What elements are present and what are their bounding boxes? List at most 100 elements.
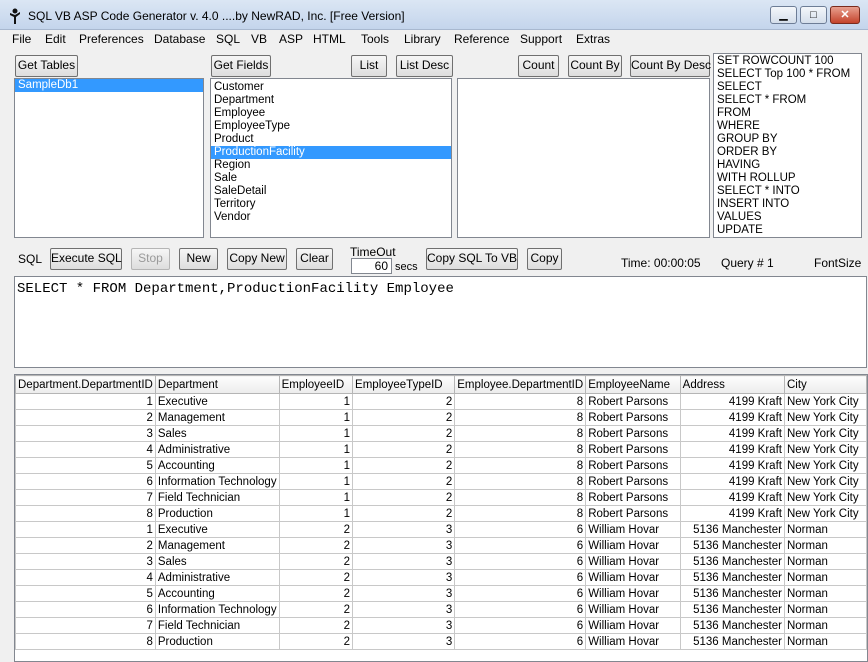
table-cell[interactable]: 5: [15, 457, 156, 474]
table-row[interactable]: 3 Sales 2 3 6 William Hovar 5136 Manchester Nor…: [15, 553, 867, 570]
table-row[interactable]: 8 Production 2 3 6 William Hovar 5136 Manchest…: [15, 633, 867, 650]
table-cell[interactable]: Robert Parsons: [585, 505, 681, 522]
table-cell[interactable]: 3: [15, 425, 156, 442]
table-cell[interactable]: 6: [15, 473, 156, 490]
menu-database[interactable]: Database: [154, 32, 205, 46]
table-cell[interactable]: 2: [15, 537, 156, 554]
field-item[interactable]: Region: [211, 159, 451, 172]
keyword-item[interactable]: VALUES: [714, 211, 861, 224]
table-cell[interactable]: Norman: [783, 617, 867, 634]
table-row[interactable]: 3 Sales 1 2 8 Robert Parsons 4199 Kraft New Yor…: [15, 425, 867, 442]
sql-editor[interactable]: SELECT * FROM Department,ProductionFacil…: [14, 276, 867, 368]
field-item[interactable]: Vendor: [211, 211, 451, 224]
menu-html[interactable]: HTML: [313, 32, 346, 46]
table-cell[interactable]: 4: [15, 569, 156, 586]
table-cell[interactable]: New York City: [783, 441, 867, 458]
table-cell[interactable]: 4199 Kraft: [679, 441, 785, 458]
keyword-item[interactable]: SELECT * FROM: [714, 94, 861, 107]
table-cell[interactable]: 2: [352, 409, 456, 426]
table-cell[interactable]: 2: [278, 553, 354, 570]
column-header[interactable]: Department: [154, 375, 280, 394]
table-cell[interactable]: New York City: [783, 409, 867, 426]
table-cell[interactable]: Norman: [783, 521, 867, 538]
keyword-item[interactable]: FROM: [714, 107, 861, 120]
field-item[interactable]: SaleDetail: [211, 185, 451, 198]
close-button[interactable]: ✕: [830, 6, 860, 24]
table-cell[interactable]: 4199 Kraft: [679, 473, 785, 490]
table-cell[interactable]: 1: [278, 441, 354, 458]
table-cell[interactable]: Robert Parsons: [585, 441, 681, 458]
count-button[interactable]: Count: [518, 55, 559, 77]
table-cell[interactable]: 8: [454, 489, 587, 506]
get-fields-button[interactable]: Get Fields: [211, 55, 271, 77]
table-row[interactable]: 4 Administrative 1 2 8 Robert Parsons 4199 Kra…: [15, 441, 867, 458]
table-cell[interactable]: 1: [278, 505, 354, 522]
table-cell[interactable]: Executive: [154, 393, 280, 410]
table-cell[interactable]: 3: [352, 601, 456, 618]
table-cell[interactable]: 3: [352, 537, 456, 554]
field-item[interactable]: Customer: [211, 81, 451, 94]
table-cell[interactable]: 5: [15, 585, 156, 602]
table-cell[interactable]: 5136 Manchester: [679, 553, 785, 570]
table-cell[interactable]: Management: [154, 537, 280, 554]
tables-list[interactable]: SampleDb1: [14, 78, 204, 238]
field-item[interactable]: Territory: [211, 198, 451, 211]
field-item[interactable]: EmployeeType: [211, 120, 451, 133]
table-cell[interactable]: 7: [15, 489, 156, 506]
table-cell[interactable]: Norman: [783, 633, 867, 650]
table-cell[interactable]: 2: [352, 441, 456, 458]
table-cell[interactable]: 6: [454, 553, 587, 570]
field-item-selected[interactable]: ProductionFacility: [211, 146, 451, 159]
menu-asp[interactable]: ASP: [279, 32, 303, 46]
table-cell[interactable]: 4199 Kraft: [679, 393, 785, 410]
results-grid[interactable]: Department.DepartmentID Department Emplo…: [14, 374, 868, 662]
menu-reference[interactable]: Reference: [454, 32, 509, 46]
table-cell[interactable]: 2: [278, 633, 354, 650]
table-row[interactable]: 7 Field Technician 1 2 8 Robert Parsons 4199 K…: [15, 489, 867, 506]
table-cell[interactable]: 2: [278, 601, 354, 618]
table-cell[interactable]: 2: [352, 489, 456, 506]
table-cell[interactable]: 1: [15, 393, 156, 410]
menu-vb[interactable]: VB: [251, 32, 267, 46]
keyword-item[interactable]: WITH ROLLUP: [714, 172, 861, 185]
table-cell[interactable]: 3: [15, 553, 156, 570]
table-cell[interactable]: Field Technician: [154, 489, 280, 506]
menu-preferences[interactable]: Preferences: [79, 32, 144, 46]
table-cell[interactable]: William Hovar: [585, 521, 681, 538]
menu-sql[interactable]: SQL: [216, 32, 240, 46]
table-cell[interactable]: William Hovar: [585, 537, 681, 554]
table-cell[interactable]: 2: [278, 537, 354, 554]
table-cell[interactable]: Executive: [154, 521, 280, 538]
table-cell[interactable]: 3: [352, 569, 456, 586]
table-cell[interactable]: 3: [352, 617, 456, 634]
table-cell[interactable]: 1: [278, 409, 354, 426]
table-cell[interactable]: Robert Parsons: [585, 473, 681, 490]
table-cell[interactable]: William Hovar: [585, 601, 681, 618]
menu-support[interactable]: Support: [520, 32, 562, 46]
execute-sql-button[interactable]: Execute SQL: [50, 248, 122, 270]
table-cell[interactable]: 6: [454, 537, 587, 554]
copy-sql-to-vb-button[interactable]: Copy SQL To VB: [426, 248, 518, 270]
table-cell[interactable]: 6: [454, 569, 587, 586]
table-cell[interactable]: 4199 Kraft: [679, 409, 785, 426]
table-cell[interactable]: 5136 Manchester: [679, 521, 785, 538]
maximize-button[interactable]: □: [800, 6, 827, 24]
menu-library[interactable]: Library: [404, 32, 441, 46]
table-cell[interactable]: 8: [454, 393, 587, 410]
stop-button[interactable]: Stop: [131, 248, 170, 270]
table-row[interactable]: 6 Information Technology 1 2 8 Robert Parsons…: [15, 473, 867, 490]
column-header[interactable]: EmployeeID: [278, 375, 354, 394]
keyword-item[interactable]: INSERT INTO: [714, 198, 861, 211]
table-cell[interactable]: 4199 Kraft: [679, 425, 785, 442]
count-by-button[interactable]: Count By: [568, 55, 622, 77]
table-cell[interactable]: 6: [454, 521, 587, 538]
table-cell[interactable]: 8: [454, 441, 587, 458]
table-cell[interactable]: 1: [15, 521, 156, 538]
clear-button[interactable]: Clear: [296, 248, 333, 270]
table-cell[interactable]: Norman: [783, 553, 867, 570]
keyword-item[interactable]: GROUP BY: [714, 133, 861, 146]
table-cell[interactable]: Production: [154, 505, 280, 522]
table-cell[interactable]: William Hovar: [585, 585, 681, 602]
keyword-item[interactable]: SELECT * INTO: [714, 185, 861, 198]
list-desc-button[interactable]: List Desc: [396, 55, 453, 77]
